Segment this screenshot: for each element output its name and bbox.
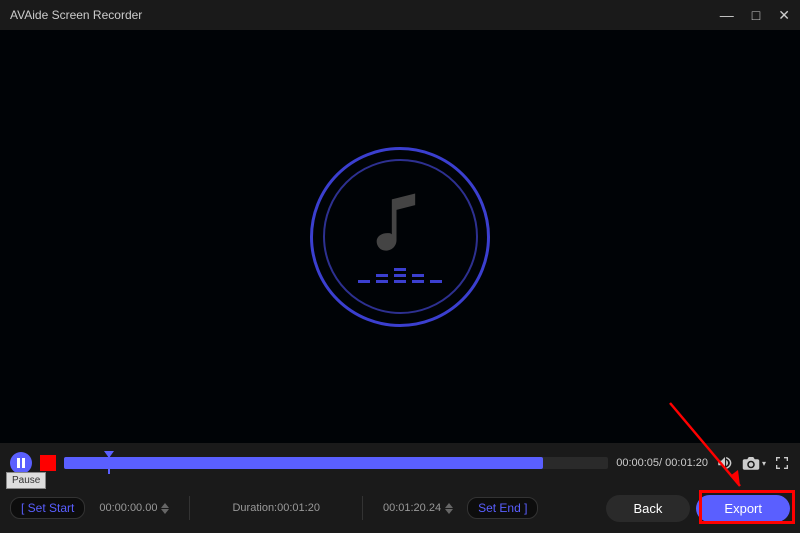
start-time-box: 00:00:00.00	[91, 499, 177, 517]
window-controls: — □ ✕	[720, 7, 790, 24]
chevron-down-icon: ▾	[762, 459, 766, 468]
start-time-spinner	[161, 503, 169, 514]
app-title: AVAide Screen Recorder	[10, 8, 720, 22]
end-down-icon[interactable]	[445, 509, 453, 514]
equalizer-icon	[358, 268, 442, 283]
start-time-value: 00:00:00.00	[99, 502, 157, 514]
volume-icon[interactable]	[716, 454, 734, 472]
time-display: 00:00:05/ 00:01:20	[616, 457, 708, 469]
back-button[interactable]: Back	[606, 495, 691, 522]
end-time-box: 00:01:20.24	[375, 499, 461, 517]
maximize-icon[interactable]: □	[752, 7, 760, 24]
minimize-icon[interactable]: —	[720, 7, 734, 24]
duration-label: Duration:00:01:20	[232, 502, 319, 514]
fullscreen-icon[interactable]	[774, 455, 790, 471]
divider	[189, 496, 190, 520]
close-icon[interactable]: ✕	[778, 7, 790, 24]
timeline-fill	[64, 457, 543, 469]
end-time-value: 00:01:20.24	[383, 502, 441, 514]
end-time-spinner	[445, 503, 453, 514]
set-end-button[interactable]: Set End ]	[467, 497, 538, 519]
divider	[362, 496, 363, 520]
camera-icon[interactable]: ▾	[742, 455, 766, 471]
stop-button[interactable]	[40, 455, 56, 471]
pause-icon	[17, 458, 25, 468]
audio-visual-circle	[310, 147, 490, 327]
pause-button[interactable]	[10, 452, 32, 474]
music-note-icon	[370, 190, 430, 260]
start-up-icon[interactable]	[161, 503, 169, 508]
audio-visual-inner	[323, 159, 478, 314]
start-down-icon[interactable]	[161, 509, 169, 514]
timeline-track[interactable]	[64, 457, 608, 469]
titlebar: AVAide Screen Recorder — □ ✕	[0, 0, 800, 30]
pause-tooltip: Pause	[6, 472, 46, 489]
playhead-icon[interactable]	[104, 451, 114, 458]
trim-row: [ Set Start 00:00:00.00 Duration:00:01:2…	[0, 483, 800, 533]
set-start-button[interactable]: [ Set Start	[10, 497, 85, 519]
timeline-row: 00:00:05/ 00:01:20 ▾	[0, 443, 800, 483]
end-up-icon[interactable]	[445, 503, 453, 508]
export-button[interactable]: Export	[696, 495, 790, 522]
preview-area	[0, 30, 800, 443]
